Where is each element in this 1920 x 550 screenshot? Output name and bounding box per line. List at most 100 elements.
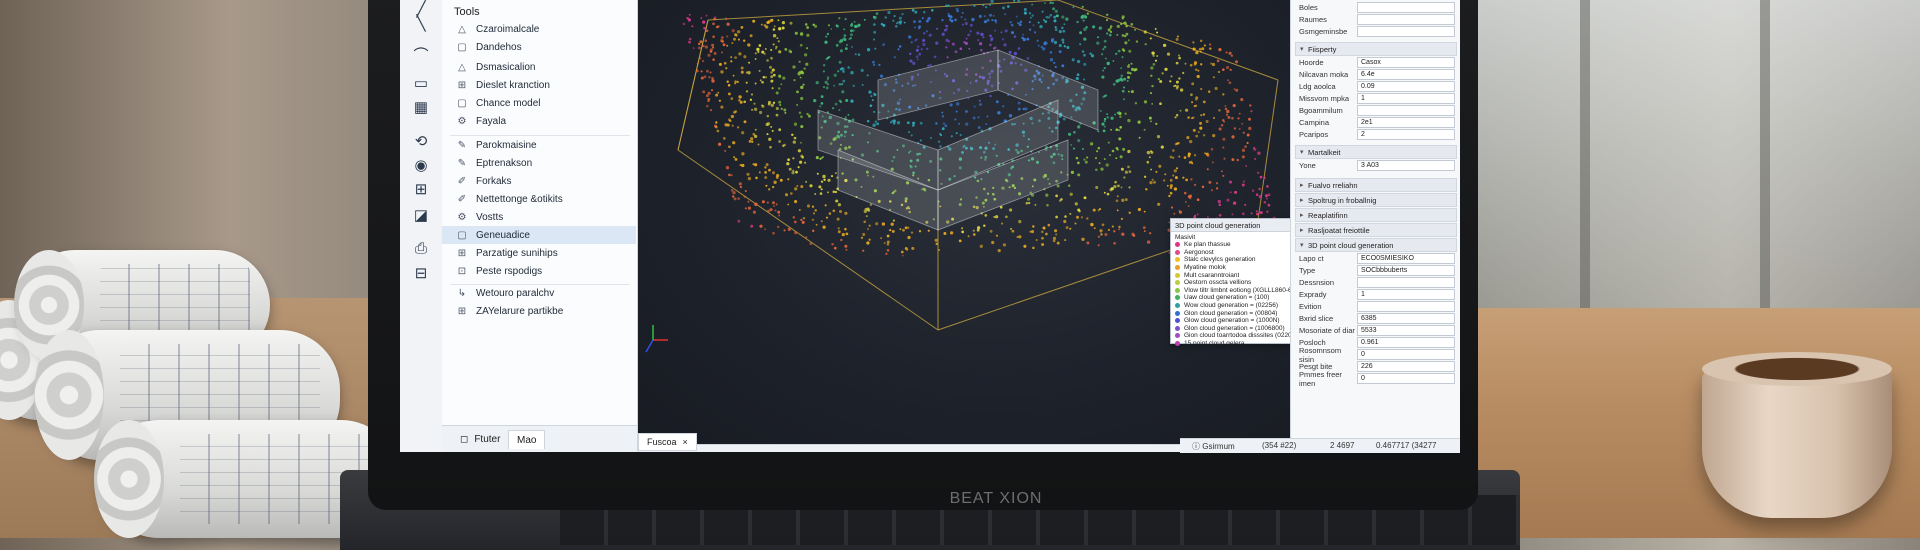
chevron-down-icon: ▾ [1300,149,1304,156]
tool-item[interactable]: ⚙ Fayala [442,112,636,130]
property-label: Type [1299,266,1316,275]
property-section[interactable]: ▾ Fiisperty [1295,42,1457,56]
tool-item[interactable]: ✐ Forkaks [442,172,636,190]
tool-item-label: Geneuadice [476,229,530,241]
tool-item[interactable]: ⚙ Vostts [442,208,636,226]
tab-mao[interactable]: Mao [508,430,546,449]
tab-viewport[interactable]: Fuscoa × [638,433,697,451]
property-field[interactable]: 0 [1357,373,1455,384]
legend-swatch [1175,303,1180,309]
tab-filter[interactable]: ◻ Ftuter [452,430,508,448]
legend-swatch [1175,295,1180,301]
legend-label: Glon cloud generation = (1006800) [1184,324,1285,332]
property-field[interactable]: 1 [1357,93,1455,104]
property-field[interactable]: Casox [1357,57,1455,68]
property-field[interactable] [1357,26,1455,37]
legend-entry: Glon cloud generation = (1006800) [1171,325,1303,333]
tool-item[interactable]: ✎ Eptrenakson [442,154,636,172]
property-field[interactable]: SOCbbbuberts [1357,265,1455,276]
tool-item[interactable]: △ Dsmasicalion [442,58,636,76]
tool-item-label: Nettettonge &otikits [476,193,563,205]
tool-item[interactable]: ✐ Nettettonge &otikits [442,190,636,208]
property-label: Gsmgeminsbe [1299,27,1348,36]
divider [450,284,630,285]
legend-label: Gion cloud toarrtodoa disssites (022005) [1184,332,1299,340]
property-field[interactable]: 3 A03 [1357,160,1455,171]
tool-item[interactable]: ▢ Chance model [442,94,636,112]
property-label: Missvom mpka [1299,94,1350,103]
tool-item[interactable]: ▢ Dandehos [442,38,636,56]
property-label: Hoorde [1299,58,1324,67]
legend-label: Wow cloud generation = (02256) [1184,302,1279,310]
property-field[interactable]: 2 [1357,129,1455,140]
tool-item[interactable]: ✎ Parokmaisine [442,136,636,154]
tools-panel: Tools △ Czaroimalcale ▢ Dandehos △ Dsmasicali… [442,0,638,452]
chevron-down-icon: ▾ [1300,242,1304,249]
property-field[interactable] [1357,301,1455,312]
laptop-brand: BEAT XION [949,490,1043,507]
property-section[interactable]: ▸ Fualvo rreliahn [1295,178,1457,192]
tool-item-label: Dieslet kranction [476,79,550,91]
close-icon[interactable]: × [683,437,688,447]
laptop-screen: ╱ ╲ ⌒ ▭ ▦ ⟲ ◉ ⊞ ◪ ⎙ ⊟ Tools △ Czaroimalca… [400,0,1460,452]
pencil-icon: ✎ [457,157,467,169]
property-field[interactable]: 6.4e [1357,69,1455,80]
property-label: Exprady [1299,290,1327,299]
legend-swatch [1175,257,1180,263]
property-label: Nilcavan moka [1299,70,1349,79]
property-field[interactable]: 2e1 [1357,117,1455,128]
property-field[interactable]: 5533 [1357,325,1455,336]
tool-item[interactable]: ⊞ ZAYelarure partikbe [442,302,636,320]
legend-swatch [1175,333,1180,339]
tool-item[interactable]: ⊞ Parzatige sunihips [442,244,636,262]
grid-tool-icon[interactable]: ⊞ [409,180,433,200]
filter-icon: ◻ [460,433,469,445]
property-field[interactable] [1357,277,1455,288]
property-label: Boles [1299,3,1318,12]
property-field[interactable]: 6385 [1357,313,1455,324]
property-label: Pcaripos [1299,130,1329,139]
chart-tool-icon[interactable]: ▦ [409,98,433,118]
tool-item[interactable]: ⊞ Dieslet kranction [442,76,636,94]
property-field[interactable]: ECO0SMIESIKO [1357,253,1455,264]
legend-label: Uaw cloud generation = (100) [1184,294,1270,302]
puzzle-icon: ⊡ [457,265,467,277]
property-field[interactable]: 226 [1357,361,1455,372]
property-section[interactable]: ▸ Spoltrug in froballnig [1295,193,1457,207]
print-tool-icon[interactable]: ⎙ [409,240,433,260]
layer-tool-icon[interactable]: ◪ [409,206,433,226]
camera-tool-icon[interactable]: ◉ [409,156,433,176]
tool-item[interactable]: ↳ Wetouro paralchv [442,284,636,302]
grid-icon: ⊞ [457,305,467,317]
grid-tool-icon[interactable]: ⊟ [409,264,433,284]
property-field[interactable] [1357,2,1455,13]
gear-icon: ⚙ [457,211,467,223]
tool-item[interactable]: △ Czaroimalcale [442,20,636,38]
property-section[interactable]: ▸ Reaplatifinn [1295,208,1457,222]
property-field[interactable] [1357,14,1455,25]
property-field[interactable]: 0.961 [1357,337,1455,348]
line-tool-icon[interactable]: ╲ [409,14,433,34]
property-label: Lapo ct [1299,254,1324,263]
legend-entry: Oestorn osscta vellions [1171,279,1303,287]
select-tool-icon[interactable]: ▭ [409,74,433,94]
property-field[interactable]: 0.09 [1357,81,1455,92]
legend-swatch [1175,280,1180,286]
property-section[interactable]: ▾ 3D point cloud generation [1295,238,1457,252]
property-field[interactable] [1357,105,1455,116]
status-value: 0.467717 (34277 [1376,441,1437,450]
rotate-tool-icon[interactable]: ⟲ [409,132,433,152]
property-section[interactable]: ▸ Rasljoatat freiottile [1295,223,1457,237]
curve-tool-icon[interactable]: ⌒ [409,44,433,64]
tool-item[interactable]: ▢ Geneuadice [442,226,636,244]
property-row: Rosomnsom sisin 0 [1299,346,1455,364]
tool-item-label: Parokmaisine [476,139,537,151]
property-section[interactable]: ▾ Martalkeit [1295,145,1457,159]
tool-item[interactable]: ⊡ Peste rspodigs [442,262,636,280]
property-label: Bxrid slice [1299,314,1334,323]
property-field[interactable]: 0 [1357,349,1455,360]
property-row: Pcaripos 2 [1299,129,1455,140]
property-row: Dessnsion [1299,277,1455,288]
legend-swatch [1175,287,1180,293]
property-field[interactable]: 1 [1357,289,1455,300]
